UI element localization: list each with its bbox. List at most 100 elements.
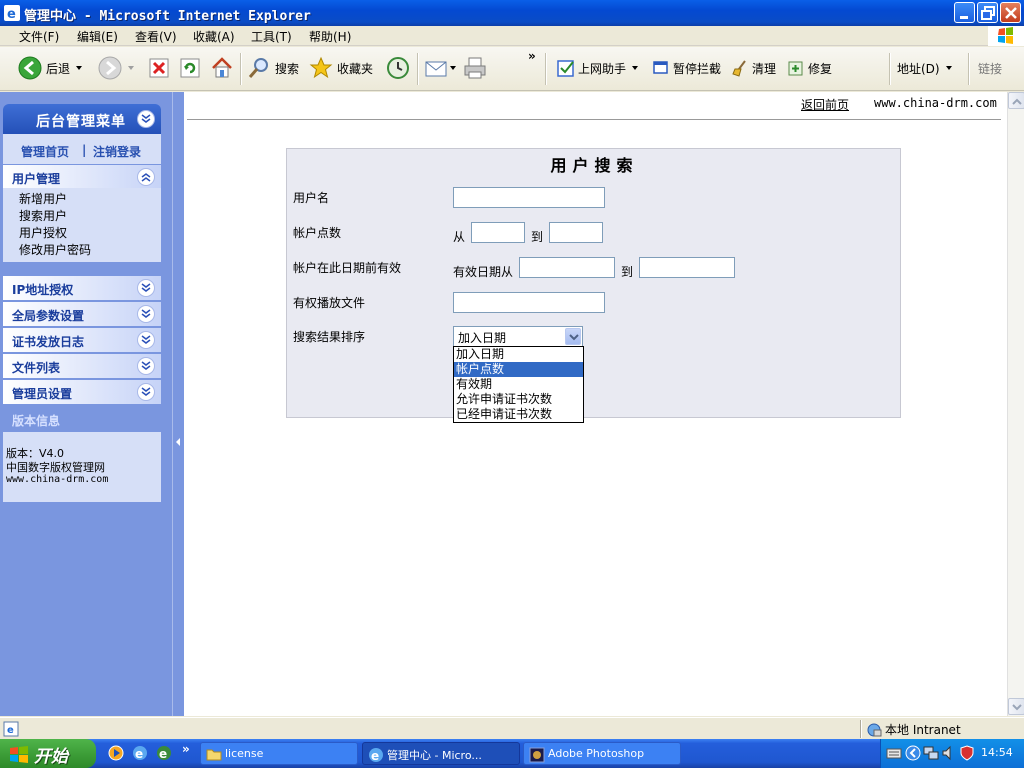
section-cert-log[interactable]: 证书发放日志 — [3, 328, 161, 352]
expand-section-button[interactable] — [137, 279, 155, 297]
forward-dropdown-arrow[interactable] — [128, 66, 134, 70]
back-page-link[interactable]: 返回前页 — [801, 96, 849, 113]
back-button[interactable]: 后退 — [18, 55, 83, 81]
sort-option-highlighted[interactable]: 帐户点数 — [454, 362, 583, 377]
assistant-dropdown-arrow[interactable] — [632, 66, 639, 70]
security-shield-icon[interactable] — [959, 745, 975, 761]
menu-view[interactable]: 查看(V) — [135, 28, 177, 45]
mail-dropdown-arrow[interactable] — [450, 66, 456, 70]
expand-section-button[interactable] — [137, 305, 155, 323]
network-icon[interactable] — [923, 745, 939, 761]
collapse-menu-button[interactable] — [137, 110, 155, 128]
chevron-down-icon — [141, 309, 151, 318]
section-label: 管理员设置 — [12, 387, 73, 401]
mail-button[interactable] — [424, 55, 456, 81]
refresh-button[interactable] — [179, 55, 201, 81]
collapse-sidebar-icon[interactable] — [176, 438, 180, 446]
browser-quicklaunch-icon[interactable]: e — [156, 745, 172, 761]
search-button[interactable]: 搜索 — [247, 55, 299, 81]
sort-option[interactable]: 加入日期 — [454, 347, 583, 362]
search-icon — [248, 58, 268, 78]
address-bar-toggle[interactable]: 地址(D) — [897, 55, 952, 81]
sort-dropdown-button[interactable] — [565, 328, 581, 345]
section-label: 文件列表 — [12, 361, 61, 375]
media-player-icon[interactable] — [108, 745, 124, 761]
sort-select[interactable]: 加入日期 — [453, 326, 583, 347]
sidebar-item-add-user[interactable]: 新增用户 — [19, 190, 67, 207]
volume-icon[interactable] — [941, 745, 957, 761]
sort-option[interactable]: 允许申请证书次数 — [454, 392, 583, 407]
menu-tools[interactable]: 工具(T) — [251, 28, 292, 45]
menu-file[interactable]: 文件(F) — [19, 28, 59, 45]
sidebar-item-change-password[interactable]: 修改用户密码 — [19, 241, 91, 258]
task-photoshop[interactable]: Adobe Photoshop — [523, 742, 681, 765]
print-button[interactable] — [462, 55, 488, 81]
expand-section-button[interactable] — [137, 383, 155, 401]
menu-favorites[interactable]: 收藏(A) — [193, 28, 235, 45]
start-button[interactable]: 开始 — [0, 739, 96, 768]
address-dropdown-arrow[interactable] — [945, 66, 952, 70]
admin-home-link[interactable]: 管理首页 — [21, 143, 69, 160]
toolbar-overflow-chevron[interactable]: » — [528, 49, 536, 63]
history-button[interactable] — [386, 55, 410, 81]
user-search-form: 用户搜索 用户名 帐户点数 从 到 帐户在此日期前有效 有效日期从 到 有权播放… — [286, 148, 901, 423]
sidebar-item-user-authorize[interactable]: 用户授权 — [19, 224, 67, 241]
sort-option[interactable]: 有效期 — [454, 377, 583, 392]
menu-edit[interactable]: 编辑(E) — [77, 28, 118, 45]
chevron-down-icon — [569, 334, 579, 341]
stop-button[interactable] — [148, 55, 170, 81]
vertical-scrollbar[interactable] — [1007, 92, 1024, 716]
quicklaunch-overflow-chevron[interactable]: » — [182, 742, 190, 756]
section-file-list[interactable]: 文件列表 — [3, 354, 161, 378]
task-admin-center[interactable]: e 管理中心 - Micro... — [362, 742, 520, 765]
scroll-down-button[interactable] — [1008, 698, 1024, 715]
keyboard-icon[interactable] — [886, 746, 902, 760]
task-license[interactable]: license — [200, 742, 358, 765]
expand-section-button[interactable] — [137, 357, 155, 375]
restore-icon — [981, 6, 995, 20]
clean-button[interactable]: 清理 — [731, 55, 776, 81]
folder-icon — [206, 749, 222, 761]
favorites-button[interactable]: 收藏夹 — [309, 55, 373, 81]
file-input[interactable] — [453, 292, 605, 313]
section-global-settings[interactable]: 全局参数设置 — [3, 302, 161, 326]
sidebar-item-search-user[interactable]: 搜索用户 — [19, 207, 67, 224]
assistant-button[interactable]: 上网助手 — [556, 55, 639, 81]
expand-section-button[interactable] — [137, 331, 155, 349]
minimize-button[interactable] — [954, 2, 975, 23]
points-to-input[interactable] — [549, 222, 603, 243]
system-tray: 14:54 — [880, 739, 1024, 768]
clean-label: 清理 — [752, 61, 777, 76]
valid-from-input[interactable] — [519, 257, 615, 278]
form-title: 用户搜索 — [550, 156, 639, 175]
links-button[interactable]: 链接 — [978, 55, 1002, 81]
ie-quicklaunch-icon[interactable]: e — [132, 745, 148, 761]
username-input[interactable] — [453, 187, 605, 208]
close-button[interactable] — [1000, 2, 1021, 23]
repair-button[interactable]: 修复 — [787, 55, 832, 81]
logout-link[interactable]: 注销登录 — [93, 143, 141, 160]
task-label: Adobe Photoshop — [548, 747, 645, 760]
section-user-management[interactable]: 用户管理 — [3, 165, 161, 189]
windows-flag-icon — [998, 27, 1013, 44]
collapse-section-button[interactable] — [137, 168, 155, 186]
points-from-input[interactable] — [471, 222, 525, 243]
popup-block-button[interactable]: 暂停拦截 — [652, 55, 721, 81]
back-arrow-icon — [18, 56, 42, 80]
back-dropdown-arrow[interactable] — [76, 66, 83, 70]
section-ip-authorize[interactable]: IP地址授权 — [3, 276, 161, 300]
sidebar-splitter[interactable] — [172, 92, 184, 716]
scroll-up-button[interactable] — [1008, 92, 1024, 109]
home-button[interactable] — [210, 55, 234, 81]
sort-option[interactable]: 已经申请证书次数 — [454, 407, 583, 422]
title-bar: e 管理中心 - Microsoft Internet Explorer — [0, 0, 1024, 26]
task-label: 管理中心 - Micro... — [387, 749, 482, 762]
section-admin-settings[interactable]: 管理员设置 — [3, 380, 161, 404]
forward-button[interactable] — [98, 55, 134, 81]
valid-to-input[interactable] — [639, 257, 735, 278]
favorites-label: 收藏夹 — [337, 61, 374, 76]
menu-help[interactable]: 帮助(H) — [309, 28, 351, 45]
mail-icon — [425, 61, 447, 77]
restore-button[interactable] — [977, 2, 998, 23]
tray-expand-icon[interactable] — [905, 745, 921, 761]
